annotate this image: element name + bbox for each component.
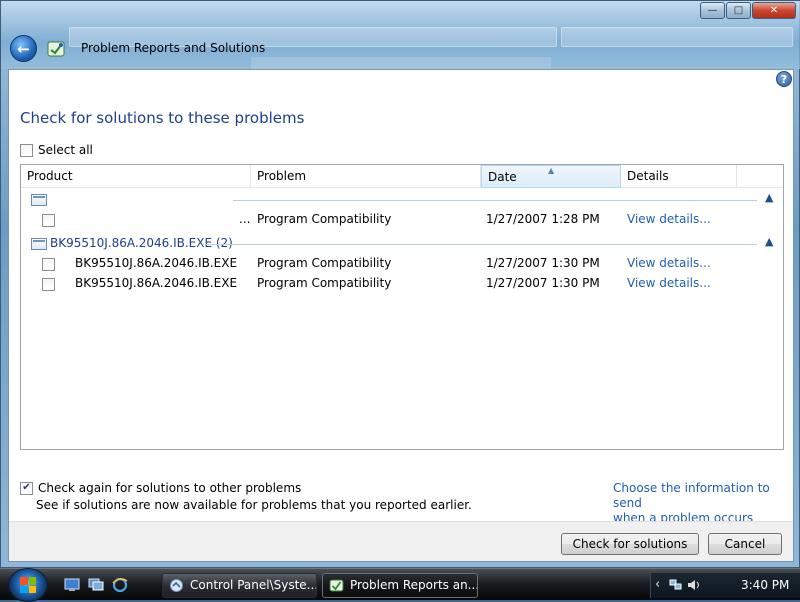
- column-header-details[interactable]: Details: [621, 165, 737, 188]
- maximize-button[interactable]: □: [726, 2, 751, 19]
- show-desktop-icon[interactable]: [64, 578, 80, 592]
- program-group-icon: [31, 238, 47, 250]
- back-button[interactable]: ←: [10, 35, 37, 62]
- search-box: [561, 27, 793, 47]
- column-header-date[interactable]: ▲ Date: [481, 165, 621, 188]
- view-details-link[interactable]: View details...: [627, 256, 711, 270]
- back-arrow-icon: ←: [17, 39, 30, 58]
- background-window-glimpse: [251, 57, 551, 69]
- show-hidden-icons-chevron-icon[interactable]: ‹: [655, 577, 660, 592]
- row-date: 1/27/2007 1:28 PM: [486, 212, 600, 226]
- table-row[interactable]: BK95510J.86A.2046.IB.EXE Program Compati…: [21, 254, 783, 274]
- network-icon[interactable]: [669, 579, 683, 591]
- column-header-problem[interactable]: Problem: [251, 165, 481, 188]
- windows-logo-icon: [20, 577, 36, 593]
- taskbar-clock[interactable]: 3:40 PM: [741, 578, 789, 592]
- check-again-row[interactable]: ✔ Check again for solutions to other pro…: [20, 481, 472, 495]
- row-date: 1/27/2007 1:30 PM: [486, 256, 600, 270]
- taskbar-button-problem-reports[interactable]: Problem Reports an...: [322, 573, 478, 598]
- switch-windows-icon[interactable]: [88, 578, 104, 592]
- row-checkbox[interactable]: [42, 214, 55, 227]
- choose-info-link[interactable]: Choose the information to send when a pr…: [613, 481, 793, 526]
- view-details-link[interactable]: View details...: [627, 212, 711, 226]
- choose-info-link-line1[interactable]: Choose the information to send: [613, 481, 793, 511]
- group-divider: [205, 244, 757, 245]
- chevron-up-icon[interactable]: ▲: [765, 191, 773, 204]
- select-all-checkbox[interactable]: [20, 143, 33, 157]
- check-for-solutions-button[interactable]: Check for solutions: [561, 533, 699, 555]
- group-divider: [233, 200, 757, 201]
- internet-explorer-icon[interactable]: [112, 578, 128, 592]
- row-date: 1/27/2007 1:30 PM: [486, 276, 600, 290]
- close-button[interactable]: ✕: [752, 2, 796, 19]
- help-icon[interactable]: ?: [776, 71, 792, 87]
- taskbar-button-control-panel[interactable]: Control Panel\Syste...: [162, 573, 317, 598]
- check-again-checkbox[interactable]: ✔: [20, 481, 33, 495]
- program-group-icon: [31, 194, 47, 206]
- row-problem: Program Compatibility: [257, 256, 392, 270]
- column-header-date-label: Date: [488, 170, 517, 184]
- taskbar: Control Panel\Syste... Problem Reports a…: [0, 568, 800, 602]
- problem-list: Product Problem ▲ Date Details ▲ ... Pro…: [20, 164, 784, 450]
- chevron-up-icon[interactable]: ▲: [765, 235, 773, 248]
- row-problem: Program Compatibility: [257, 276, 392, 290]
- title-bar: ← Problem Reports and Solutions — □ ✕: [1, 1, 800, 69]
- group-label: BK95510J.86A.2046.IB.EXE (2): [50, 236, 233, 250]
- row-product: ...: [239, 212, 251, 226]
- caption-buttons: — □ ✕: [700, 2, 796, 19]
- view-details-link[interactable]: View details...: [627, 276, 711, 290]
- select-all-option[interactable]: Select all: [20, 143, 93, 157]
- minimize-button[interactable]: —: [700, 2, 725, 19]
- taskbar-button-label: Problem Reports an...: [350, 578, 478, 592]
- row-checkbox[interactable]: [42, 278, 55, 291]
- content-pane: ? Check for solutions to these problems …: [8, 69, 794, 562]
- table-row[interactable]: ... Program Compatibility 1/27/2007 1:28…: [21, 210, 783, 230]
- page-heading: Check for solutions to these problems: [20, 109, 305, 127]
- volume-icon[interactable]: [687, 579, 701, 591]
- column-header-product[interactable]: Product: [21, 165, 251, 188]
- window-title: Problem Reports and Solutions: [81, 41, 266, 55]
- start-button[interactable]: [8, 568, 48, 602]
- check-again-label: Check again for solutions to other probl…: [38, 481, 302, 495]
- control-panel-icon: [170, 579, 183, 592]
- problem-reports-window: ← Problem Reports and Solutions — □ ✕ ? …: [0, 0, 800, 568]
- row-product: BK95510J.86A.2046.IB.EXE: [75, 256, 238, 270]
- button-bar: Check for solutions Cancel: [9, 521, 793, 561]
- problem-reports-app-icon: [47, 41, 65, 57]
- cancel-button[interactable]: Cancel: [708, 533, 782, 555]
- select-all-label: Select all: [38, 143, 93, 157]
- row-problem: Program Compatibility: [257, 212, 392, 226]
- row-checkbox[interactable]: [42, 258, 55, 271]
- row-product: BK95510J.86A.2046.IB.EXE: [75, 276, 238, 290]
- notification-area: ‹ 3:40 PM: [650, 573, 800, 598]
- column-header-row: Product Problem ▲ Date Details: [21, 165, 783, 188]
- check-again-description: See if solutions are now available for p…: [36, 498, 472, 512]
- group-header[interactable]: ▲: [21, 191, 783, 209]
- sort-ascending-icon: ▲: [548, 166, 555, 175]
- check-again-option: ✔ Check again for solutions to other pro…: [20, 481, 472, 512]
- problem-reports-icon: [329, 579, 344, 592]
- taskbar-button-label: Control Panel\Syste...: [190, 578, 317, 592]
- group-header[interactable]: BK95510J.86A.2046.IB.EXE (2) ▲: [21, 235, 783, 253]
- table-row[interactable]: BK95510J.86A.2046.IB.EXE Program Compati…: [21, 274, 783, 294]
